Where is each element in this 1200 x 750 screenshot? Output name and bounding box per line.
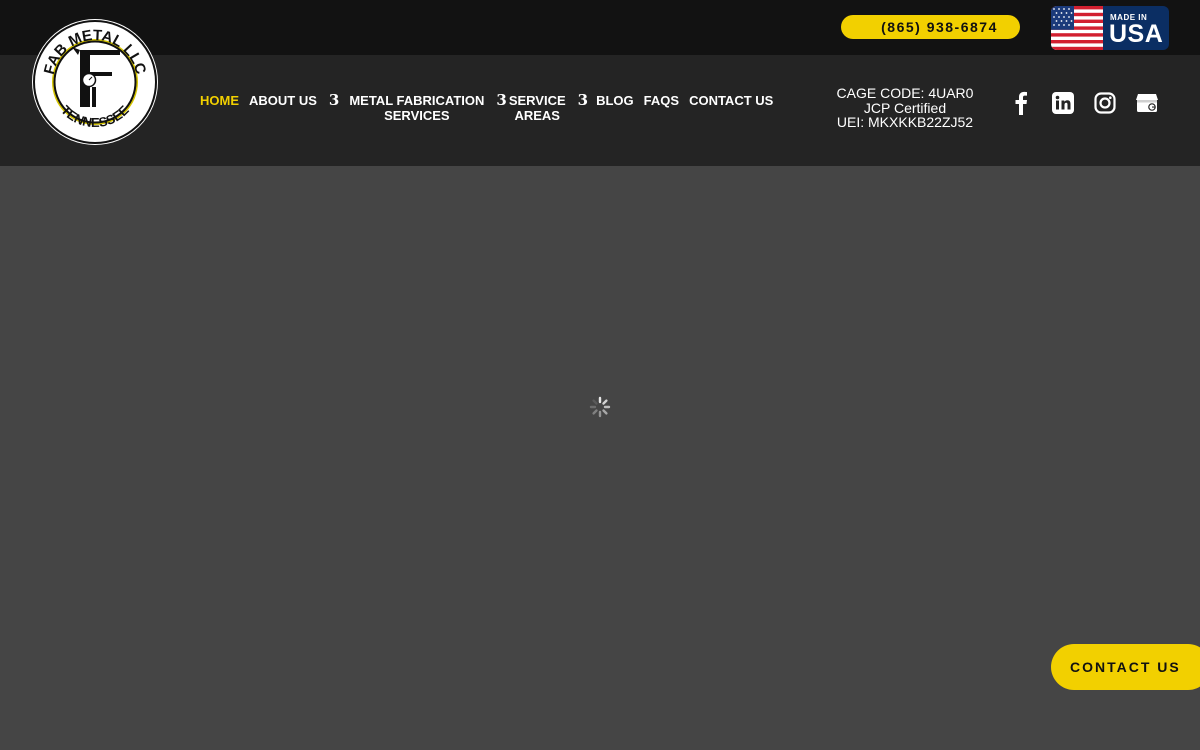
nav-metal-fabrication-line1: METAL FABRICATION xyxy=(349,93,485,108)
service-areas-dropdown-icon[interactable]: 3 xyxy=(578,93,588,108)
nav-faqs[interactable]: FAQS xyxy=(644,93,679,108)
made-in-usa-badge: MADE IN USA xyxy=(1051,6,1169,50)
top-bar: (865) 938-6874 MADE IN USA xyxy=(0,0,1200,55)
phone-button[interactable]: (865) 938-6874 xyxy=(841,15,1020,39)
nav-service-areas-line2: AREAS xyxy=(514,108,560,123)
main-nav: HOME ABOUT US 3 METAL FABRICATION SERVIC… xyxy=(200,93,773,124)
jcp-certified: JCP Certified xyxy=(863,99,947,116)
nav-service-areas[interactable]: SERVICE AREAS xyxy=(509,93,566,123)
uei-number: UEI: MKXKKB22ZJ52 xyxy=(836,114,974,130)
cage-code: CAGE CODE: 4UAR0 xyxy=(836,85,974,101)
nav-blog[interactable]: BLOG xyxy=(596,93,634,108)
floating-contact-button[interactable]: CONTACT US xyxy=(1051,644,1200,690)
about-us-dropdown-icon[interactable]: 3 xyxy=(329,93,339,108)
credentials-block: CAGE CODE: 4UAR0 JCP Certified UEI: MKXK… xyxy=(820,86,990,130)
linkedin-icon[interactable] xyxy=(1050,90,1076,116)
fab-metal-logo[interactable]: FAB METAL LLC TENNESSEE xyxy=(30,17,160,147)
nav-home[interactable]: HOME xyxy=(200,93,239,108)
us-flag-icon xyxy=(1051,6,1103,50)
instagram-icon[interactable] xyxy=(1092,90,1118,116)
loading-spinner-icon xyxy=(589,396,611,418)
nav-metal-fabrication-line2: SERVICES xyxy=(384,108,450,123)
nav-service-areas-line1: SERVICE xyxy=(508,93,566,108)
nav-about-us[interactable]: ABOUT US xyxy=(249,93,317,108)
google-business-icon[interactable] xyxy=(1134,90,1160,116)
nav-metal-fabrication-services[interactable]: METAL FABRICATION SERVICES xyxy=(349,93,484,123)
facebook-icon[interactable] xyxy=(1008,90,1034,116)
badge-large-text: USA xyxy=(1109,20,1164,48)
metal-fabrication-dropdown-icon[interactable]: 3 xyxy=(496,93,506,108)
nav-contact-us[interactable]: CONTACT US xyxy=(689,93,773,108)
